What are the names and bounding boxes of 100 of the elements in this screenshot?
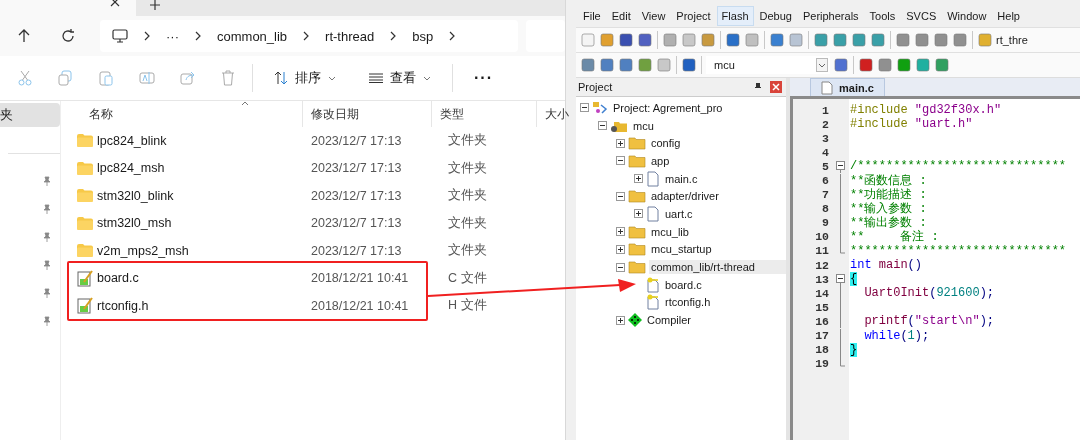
- chevron-icon: [195, 31, 201, 41]
- tree-item[interactable]: Compiler: [645, 313, 693, 328]
- expander-icon[interactable]: [616, 156, 625, 166]
- editor-tab[interactable]: main.c: [810, 78, 885, 96]
- column-header[interactable]: 类型: [432, 101, 537, 127]
- file-name[interactable]: v2m_mps2_msh: [97, 243, 189, 258]
- line-number: 16: [814, 314, 830, 328]
- refresh-icon[interactable]: [61, 29, 75, 43]
- menu-item[interactable]: File: [578, 6, 606, 26]
- file-name[interactable]: rtconfig.h: [97, 298, 149, 313]
- menu-item[interactable]: Help: [992, 6, 1025, 26]
- chevron-icon: [144, 31, 150, 41]
- modified-date: 2023/12/7 17:13: [310, 216, 403, 231]
- share-icon[interactable]: [180, 70, 196, 86]
- line-number: 17: [814, 329, 830, 343]
- code-editor[interactable]: [790, 96, 1080, 440]
- menu-item[interactable]: Peripherals: [797, 6, 864, 26]
- file-icon: [646, 170, 660, 187]
- tree-item[interactable]: mcu: [631, 118, 656, 133]
- expander-icon[interactable]: [616, 315, 625, 325]
- menu-item[interactable]: Edit: [606, 6, 636, 26]
- file-type: C 文件: [447, 269, 487, 287]
- tree-item[interactable]: board.c: [663, 277, 704, 292]
- menu-item[interactable]: SVCS: [901, 6, 942, 26]
- breadcrumb-item[interactable]: ···: [166, 28, 179, 44]
- fold-marker-icon[interactable]: [836, 159, 845, 174]
- line-number: 11: [814, 244, 830, 258]
- modified-date: 2023/12/7 17:13: [310, 133, 403, 148]
- file-type: 文件夹: [447, 187, 487, 205]
- file-key-icon: [646, 294, 660, 311]
- expander-icon[interactable]: [616, 244, 625, 254]
- breadcrumb-item[interactable]: common_lib: [217, 28, 288, 44]
- line-number: 4: [821, 145, 830, 159]
- file-name[interactable]: stm32l0_msh: [97, 216, 172, 231]
- expander-icon[interactable]: [616, 227, 625, 237]
- tree-item[interactable]: Project: Agrement_pro: [611, 100, 725, 115]
- search-field[interactable]: [526, 20, 565, 52]
- chevron-icon: [449, 31, 456, 41]
- folder-icon: [77, 161, 93, 175]
- tree-item[interactable]: mcu_startup: [649, 242, 714, 257]
- folder-icon: [628, 153, 646, 168]
- sort-caret-icon: [241, 101, 249, 106]
- menu-item[interactable]: Project: [671, 6, 716, 26]
- expander-icon[interactable]: [616, 138, 625, 148]
- address-bar[interactable]: ··· common_lib rt-thread bsp: [100, 20, 519, 52]
- column-header[interactable]: 修改日期: [303, 101, 432, 127]
- expander-icon[interactable]: [616, 262, 625, 272]
- menu-item[interactable]: Tools: [864, 6, 901, 26]
- panel-title: Project: [578, 81, 614, 93]
- tree-item[interactable]: rtconfig.h: [663, 295, 713, 310]
- list-icon: [369, 73, 383, 83]
- tree-item[interactable]: adapter/driver: [649, 189, 721, 204]
- expander-icon[interactable]: [580, 103, 589, 113]
- close-icon[interactable]: [110, 0, 120, 7]
- column-header[interactable]: 大小: [537, 101, 569, 127]
- fold-marker-icon[interactable]: [836, 272, 845, 287]
- code-line: #include "uart.h": [849, 117, 973, 132]
- expander-icon[interactable]: [598, 121, 607, 131]
- breadcrumb-item[interactable]: bsp: [412, 28, 434, 44]
- line-number: 3: [821, 131, 830, 145]
- tree-item[interactable]: common_lib/rt-thread: [649, 260, 786, 275]
- folder-icon: [628, 260, 646, 275]
- expander-icon[interactable]: [634, 174, 643, 184]
- file-name[interactable]: stm32l0_blink: [97, 188, 174, 203]
- code-line: #include "gd32f30x.h": [849, 103, 1002, 118]
- line-number: 9: [821, 216, 830, 230]
- file-name[interactable]: board.c: [97, 271, 139, 286]
- modified-date: 2023/12/7 17:13: [310, 161, 403, 176]
- rename-icon[interactable]: [139, 70, 155, 86]
- tree-item[interactable]: mcu_lib: [649, 224, 691, 239]
- sort-icon: [274, 71, 288, 85]
- target-dropdown[interactable]: mcu: [706, 56, 830, 74]
- menu-item[interactable]: Debug: [754, 6, 797, 26]
- file-icon: [646, 205, 660, 222]
- more-button[interactable]: ···: [470, 67, 497, 89]
- menu-item[interactable]: Flash: [716, 6, 754, 26]
- sort-button[interactable]: 排序: [270, 67, 340, 89]
- delete-icon[interactable]: [221, 70, 235, 86]
- folder-icon: [628, 189, 646, 204]
- modified-date: 2018/12/21 10:41: [310, 298, 410, 313]
- file-name[interactable]: lpc824_msh: [97, 161, 165, 176]
- modified-date: 2018/12/21 10:41: [310, 271, 410, 286]
- up-arrow-icon[interactable]: [17, 29, 31, 43]
- column-header[interactable]: 名称: [61, 101, 303, 127]
- menu-item[interactable]: View: [636, 6, 671, 26]
- view-button[interactable]: 查看: [365, 67, 435, 89]
- expander-icon[interactable]: [634, 209, 643, 219]
- file-name[interactable]: lpc824_blink: [97, 133, 167, 148]
- expander-icon[interactable]: [616, 191, 625, 201]
- tree-item[interactable]: config: [649, 136, 683, 151]
- text-file-icon: [77, 269, 93, 287]
- breadcrumb-item[interactable]: rt-thread: [325, 28, 375, 44]
- menu-item[interactable]: Window: [942, 6, 992, 26]
- new-tab-icon[interactable]: [150, 0, 160, 10]
- find-target-text: rt_thre: [996, 34, 1028, 46]
- line-number: 19: [814, 357, 830, 371]
- tree-item[interactable]: app: [649, 153, 672, 168]
- tree-item[interactable]: main.c: [663, 171, 700, 186]
- sidebar-item[interactable]: 夹: [0, 103, 60, 127]
- tree-item[interactable]: uart.c: [663, 206, 695, 221]
